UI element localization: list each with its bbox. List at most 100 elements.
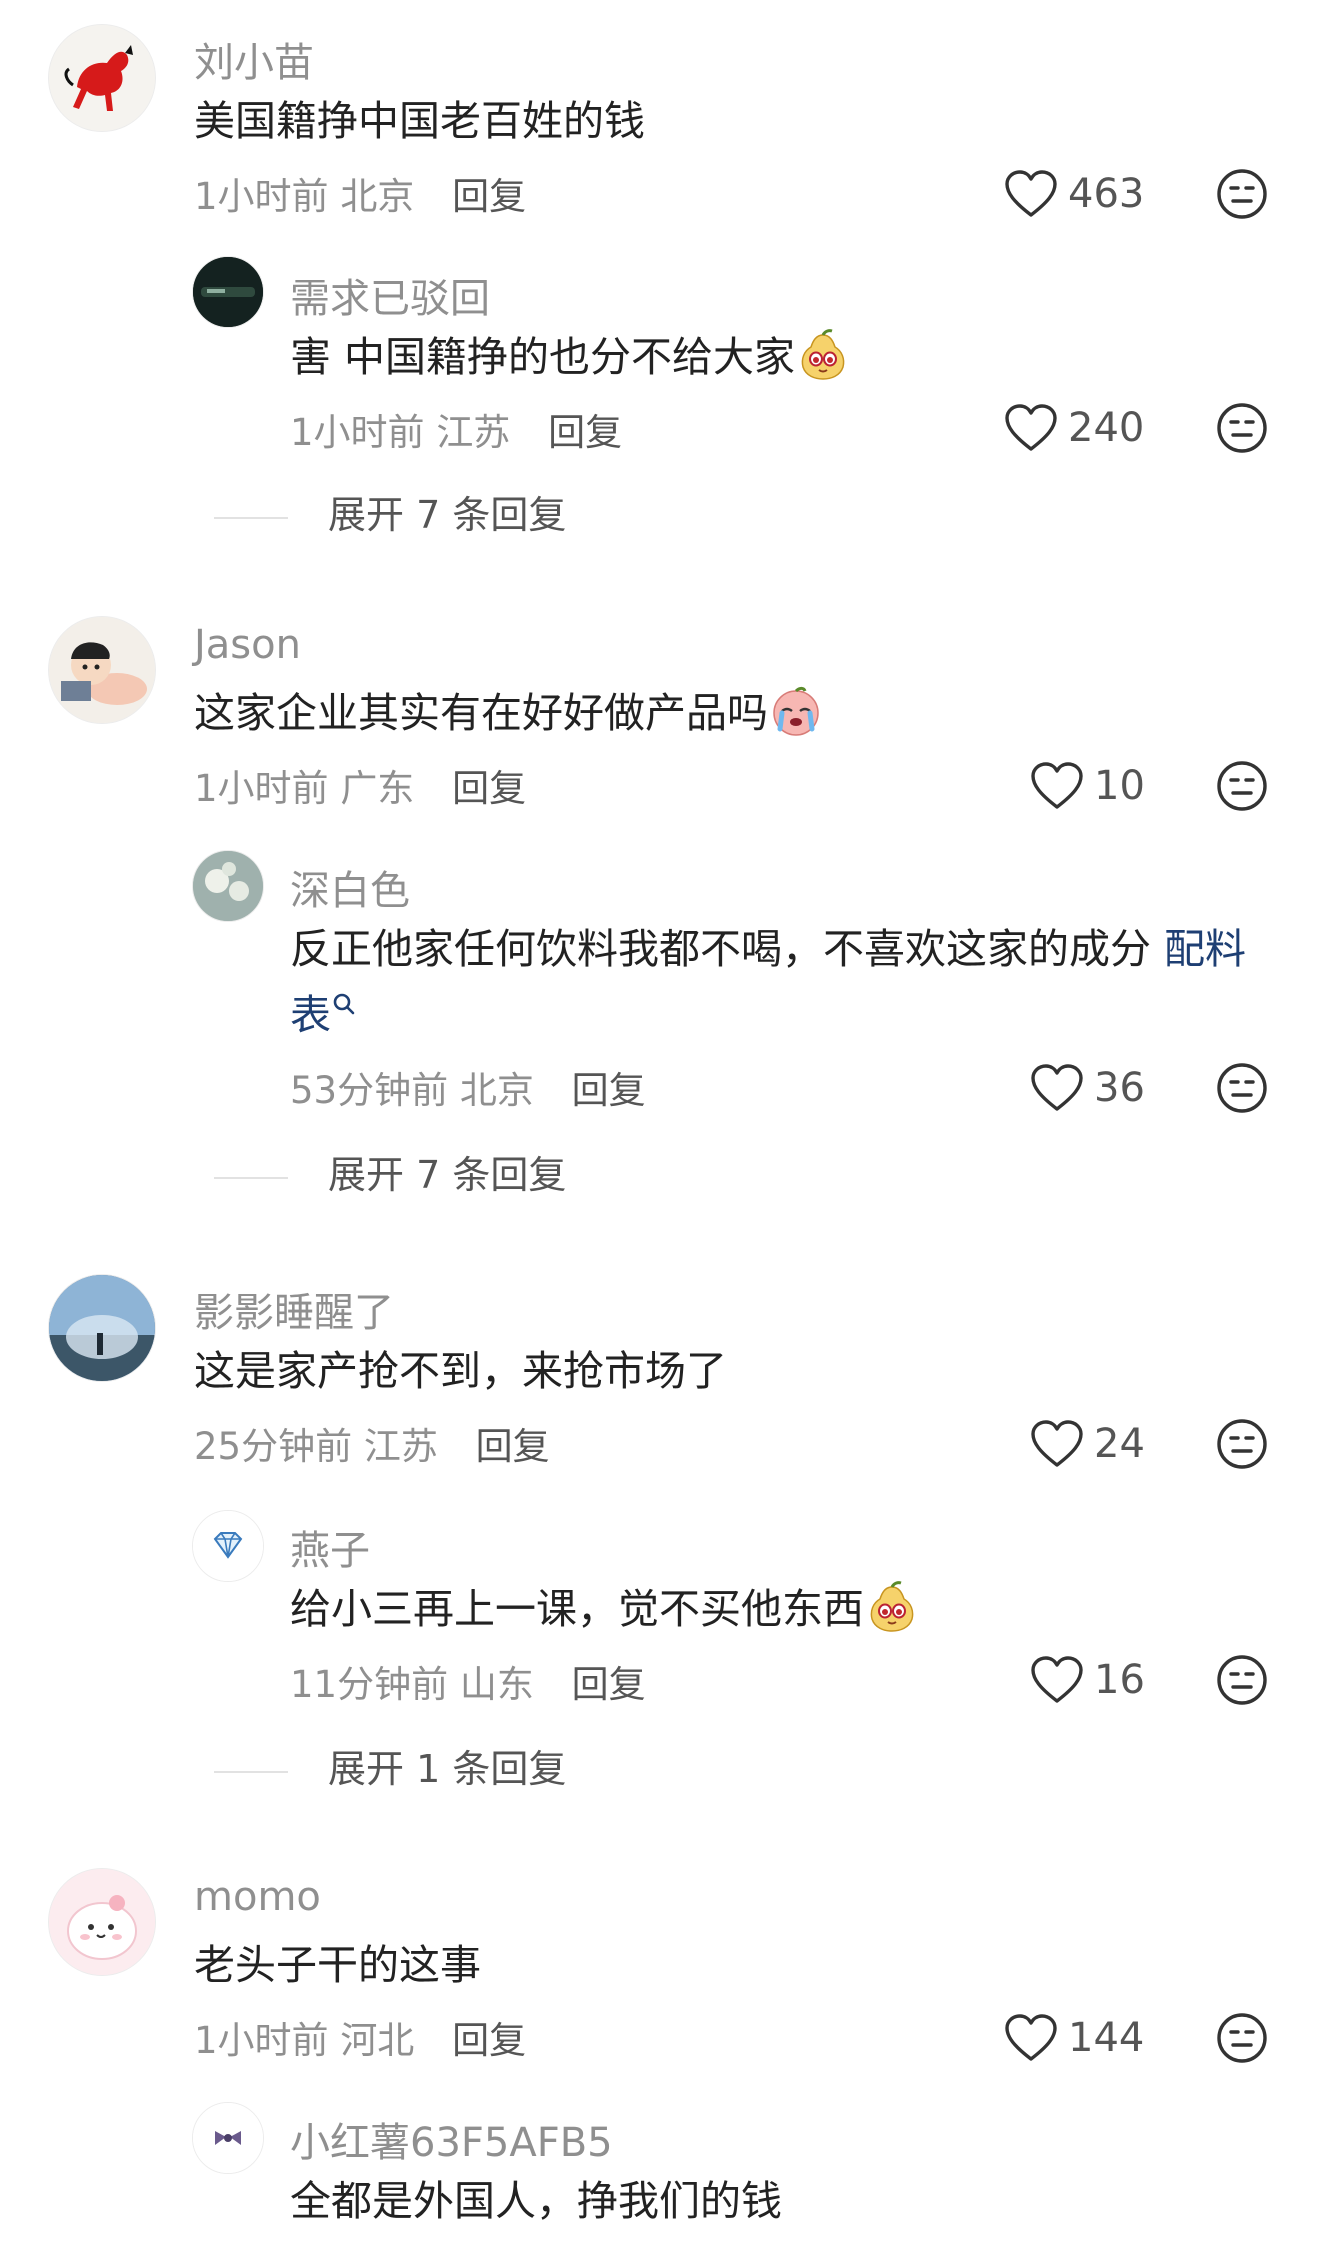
timestamp: 1小时前 bbox=[194, 175, 329, 218]
timestamp: 1小时前 bbox=[194, 2019, 329, 2062]
timestamp: 1小时前 bbox=[194, 767, 329, 810]
comment-meta: 1小时前 北京 回复 bbox=[194, 166, 526, 220]
keyword-link[interactable]: 表 bbox=[290, 991, 331, 1039]
location: 北京 bbox=[459, 1069, 534, 1112]
reply-text-content: 害 中国籍挣的也分不给大家 bbox=[290, 333, 796, 381]
comment-meta: 25分钟前 江苏 回复 bbox=[194, 1416, 550, 1470]
reply-button[interactable]: 回复 bbox=[548, 411, 622, 454]
expand-label: 展开 7 条回复 bbox=[328, 1153, 567, 1197]
location: 北京 bbox=[340, 175, 415, 218]
username[interactable]: 燕子 bbox=[290, 1518, 370, 1576]
neutral-face-icon[interactable] bbox=[1216, 1062, 1268, 1114]
expand-replies-button[interactable]: 展开 7 条回复 bbox=[214, 1144, 566, 1199]
timestamp: 1小时前 bbox=[290, 411, 425, 454]
avatar[interactable] bbox=[48, 616, 156, 724]
like-button[interactable]: 16 bbox=[1030, 1650, 1145, 1710]
search-icon[interactable] bbox=[331, 991, 357, 1017]
comment-meta: 1小时前 河北 回复 bbox=[194, 2010, 526, 2064]
heart-outline-icon bbox=[1004, 169, 1058, 219]
timestamp: 25分钟前 bbox=[194, 1425, 353, 1468]
divider bbox=[214, 1176, 288, 1179]
divider bbox=[214, 1770, 288, 1773]
neutral-face-icon[interactable] bbox=[1216, 1418, 1268, 1470]
expand-label: 展开 1 条回复 bbox=[328, 1747, 567, 1791]
reply-text: 给小三再上一课，觉不买他东西 bbox=[290, 1576, 918, 1642]
neutral-face-icon[interactable] bbox=[1216, 1654, 1268, 1706]
heart-outline-icon bbox=[1030, 1655, 1084, 1705]
location: 山东 bbox=[459, 1663, 534, 1706]
pear-face-emoji bbox=[797, 329, 849, 381]
expand-replies-button[interactable]: 展开 1 条回复 bbox=[214, 1738, 566, 1793]
reply-text-content: 反正他家任何饮料我都不喝，不喜欢这家的成分 bbox=[290, 925, 1151, 973]
username[interactable]: 深白色 bbox=[290, 858, 410, 916]
neutral-face-icon[interactable] bbox=[1216, 760, 1268, 812]
neutral-face-icon[interactable] bbox=[1216, 402, 1268, 454]
like-count: 10 bbox=[1094, 763, 1145, 809]
reply-text-line2: 表 bbox=[290, 982, 357, 1048]
crying-face-emoji bbox=[770, 685, 822, 737]
heart-outline-icon bbox=[1030, 1063, 1084, 1113]
reply-button[interactable]: 回复 bbox=[452, 2019, 526, 2062]
username[interactable]: 小红薯63F5AFB5 bbox=[290, 2110, 613, 2168]
like-button[interactable]: 144 bbox=[1004, 2008, 1144, 2068]
timestamp: 11分钟前 bbox=[290, 1663, 449, 1706]
username[interactable]: momo bbox=[194, 1874, 321, 1920]
username[interactable]: 需求已驳回 bbox=[290, 266, 490, 324]
comment-text: 这家企业其实有在好好做产品吗 bbox=[194, 680, 822, 746]
reply-button[interactable]: 回复 bbox=[476, 1425, 550, 1468]
reply-text: 全都是外国人，挣我们的钱 bbox=[290, 2177, 782, 2225]
avatar[interactable] bbox=[192, 850, 264, 922]
heart-outline-icon bbox=[1004, 403, 1058, 453]
comment-text: 老头子干的这事 bbox=[194, 1941, 481, 1989]
location: 河北 bbox=[340, 2019, 415, 2062]
location: 广东 bbox=[340, 767, 415, 810]
reply-meta: 53分钟前 北京 回复 bbox=[290, 1060, 646, 1114]
like-button[interactable]: 240 bbox=[1004, 398, 1144, 458]
reply-button[interactable]: 回复 bbox=[572, 1069, 646, 1112]
like-count: 36 bbox=[1094, 1065, 1145, 1111]
like-button[interactable]: 36 bbox=[1030, 1058, 1145, 1118]
heart-outline-icon bbox=[1030, 1419, 1084, 1469]
comment-text: 美国籍挣中国老百姓的钱 bbox=[194, 97, 645, 145]
expand-label: 展开 7 条回复 bbox=[328, 493, 567, 537]
like-count: 16 bbox=[1094, 1657, 1145, 1703]
avatar[interactable] bbox=[192, 256, 264, 328]
timestamp: 53分钟前 bbox=[290, 1069, 449, 1112]
comment-meta: 1小时前 广东 回复 bbox=[194, 758, 526, 812]
keyword-link[interactable]: 配料 bbox=[1164, 925, 1246, 973]
heart-outline-icon bbox=[1004, 2013, 1058, 2063]
location: 江苏 bbox=[436, 411, 511, 454]
avatar[interactable] bbox=[192, 2102, 264, 2174]
reply-meta: 11分钟前 山东 回复 bbox=[290, 1654, 646, 1708]
username[interactable]: Jason bbox=[194, 622, 301, 668]
reply-meta: 1小时前 江苏 回复 bbox=[290, 402, 622, 456]
reply-text: 反正他家任何饮料我都不喝，不喜欢这家的成分 配料 bbox=[290, 916, 1246, 982]
username[interactable]: 影影睡醒了 bbox=[194, 1280, 394, 1338]
like-button[interactable]: 10 bbox=[1030, 756, 1145, 816]
username[interactable]: 刘小苗 bbox=[194, 30, 314, 88]
reply-text-content: 给小三再上一课，觉不买他东西 bbox=[290, 1585, 864, 1633]
like-count: 144 bbox=[1068, 2015, 1145, 2061]
like-count: 240 bbox=[1068, 405, 1145, 451]
divider bbox=[214, 516, 288, 519]
avatar[interactable] bbox=[48, 24, 156, 132]
like-button[interactable]: 24 bbox=[1030, 1414, 1145, 1474]
heart-outline-icon bbox=[1030, 761, 1084, 811]
reply-text: 害 中国籍挣的也分不给大家 bbox=[290, 324, 849, 390]
like-count: 24 bbox=[1094, 1421, 1145, 1467]
like-button[interactable]: 463 bbox=[1004, 164, 1144, 224]
expand-replies-button[interactable]: 展开 7 条回复 bbox=[214, 484, 566, 539]
comment-text: 这是家产抢不到，来抢市场了 bbox=[194, 1347, 727, 1395]
location: 江苏 bbox=[363, 1425, 438, 1468]
neutral-face-icon[interactable] bbox=[1216, 2012, 1268, 2064]
reply-button[interactable]: 回复 bbox=[572, 1663, 646, 1706]
reply-button[interactable]: 回复 bbox=[452, 767, 526, 810]
pear-face-emoji bbox=[866, 1581, 918, 1633]
like-count: 463 bbox=[1068, 171, 1145, 217]
avatar[interactable] bbox=[48, 1274, 156, 1382]
comment-text-content: 这家企业其实有在好好做产品吗 bbox=[194, 689, 768, 737]
avatar[interactable] bbox=[192, 1510, 264, 1582]
avatar[interactable] bbox=[48, 1868, 156, 1976]
neutral-face-icon[interactable] bbox=[1216, 168, 1268, 220]
reply-button[interactable]: 回复 bbox=[452, 175, 526, 218]
